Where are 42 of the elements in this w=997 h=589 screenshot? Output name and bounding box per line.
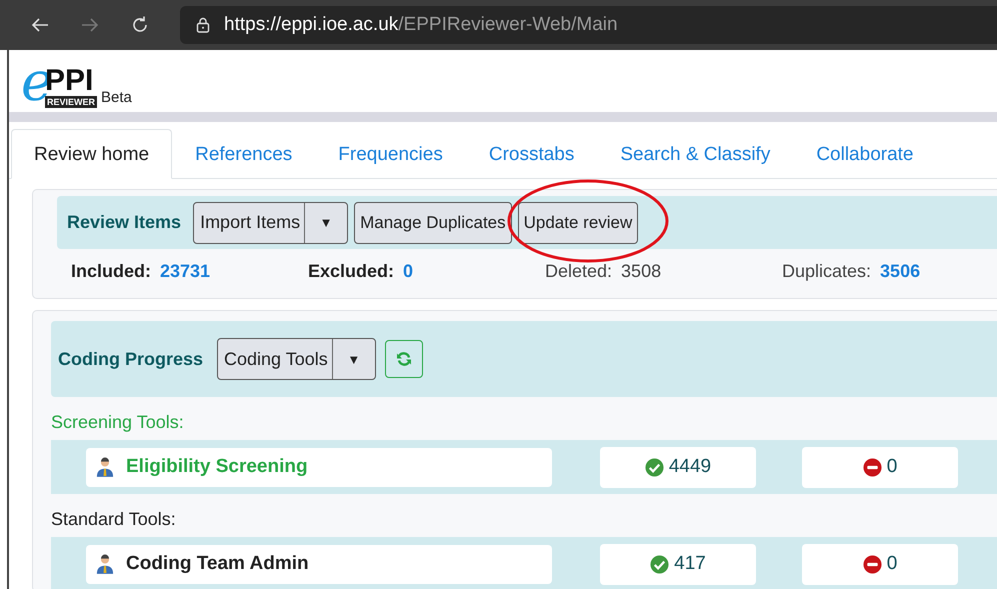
tab[interactable]: Frequencies bbox=[315, 129, 466, 179]
stat-label: Duplicates: bbox=[782, 261, 872, 282]
refresh-icon bbox=[396, 351, 412, 367]
person-icon bbox=[96, 554, 114, 574]
complete-count[interactable]: 417 bbox=[674, 553, 706, 575]
tool-name[interactable]: Coding Team Admin bbox=[126, 553, 309, 575]
person-icon bbox=[96, 457, 114, 477]
stat-value: 3508 bbox=[621, 261, 662, 282]
complete-count[interactable]: 4449 bbox=[668, 456, 712, 478]
stat-value[interactable]: 0 bbox=[403, 261, 414, 282]
incomplete-count[interactable]: 0 bbox=[886, 456, 898, 478]
tab[interactable]: Search & Classify bbox=[597, 129, 794, 179]
beta-label: Beta bbox=[100, 89, 132, 106]
lock-icon bbox=[196, 17, 210, 33]
group-label: Screening Tools: bbox=[51, 412, 185, 433]
group-label: Standard Tools: bbox=[51, 509, 177, 530]
stat-value[interactable]: 23731 bbox=[160, 261, 210, 282]
reload-icon[interactable] bbox=[130, 15, 150, 35]
tab[interactable]: Review home bbox=[11, 129, 172, 179]
action-button[interactable]: Update review bbox=[518, 202, 638, 244]
tab[interactable]: Crosstabs bbox=[466, 129, 598, 179]
incomplete-count[interactable]: 0 bbox=[886, 553, 898, 575]
section-title: Review Items bbox=[67, 212, 182, 233]
stat-label: Included: bbox=[71, 261, 151, 282]
minus-icon bbox=[862, 458, 882, 476]
logo-subtitle: REVIEWER bbox=[44, 96, 97, 108]
address-bar[interactable]: https://eppi.ioe.ac.uk/EPPIReviewer-Web/Main bbox=[180, 6, 997, 44]
coding-tools-button[interactable]: Coding Tools bbox=[218, 339, 333, 379]
minus-icon bbox=[862, 554, 882, 574]
dropdown-toggle[interactable]: ▼ bbox=[305, 202, 348, 242]
stat-label: Excluded: bbox=[308, 261, 394, 282]
url-text: https://eppi.ioe.ac.uk/EPPIReviewer-Web/Main bbox=[224, 14, 618, 36]
import-items-button[interactable]: Import Items bbox=[194, 202, 306, 242]
dropdown-toggle[interactable]: ▼ bbox=[332, 339, 375, 379]
stat-label: Deleted: bbox=[545, 261, 612, 282]
check-icon bbox=[650, 554, 670, 574]
action-button[interactable]: Manage Duplicates bbox=[354, 202, 512, 244]
check-icon bbox=[644, 458, 664, 476]
tab[interactable]: References bbox=[172, 129, 316, 179]
stat-value[interactable]: 3506 bbox=[880, 261, 920, 282]
section-title: Coding Progress bbox=[58, 348, 204, 370]
tab[interactable]: Collaborate bbox=[793, 129, 936, 179]
